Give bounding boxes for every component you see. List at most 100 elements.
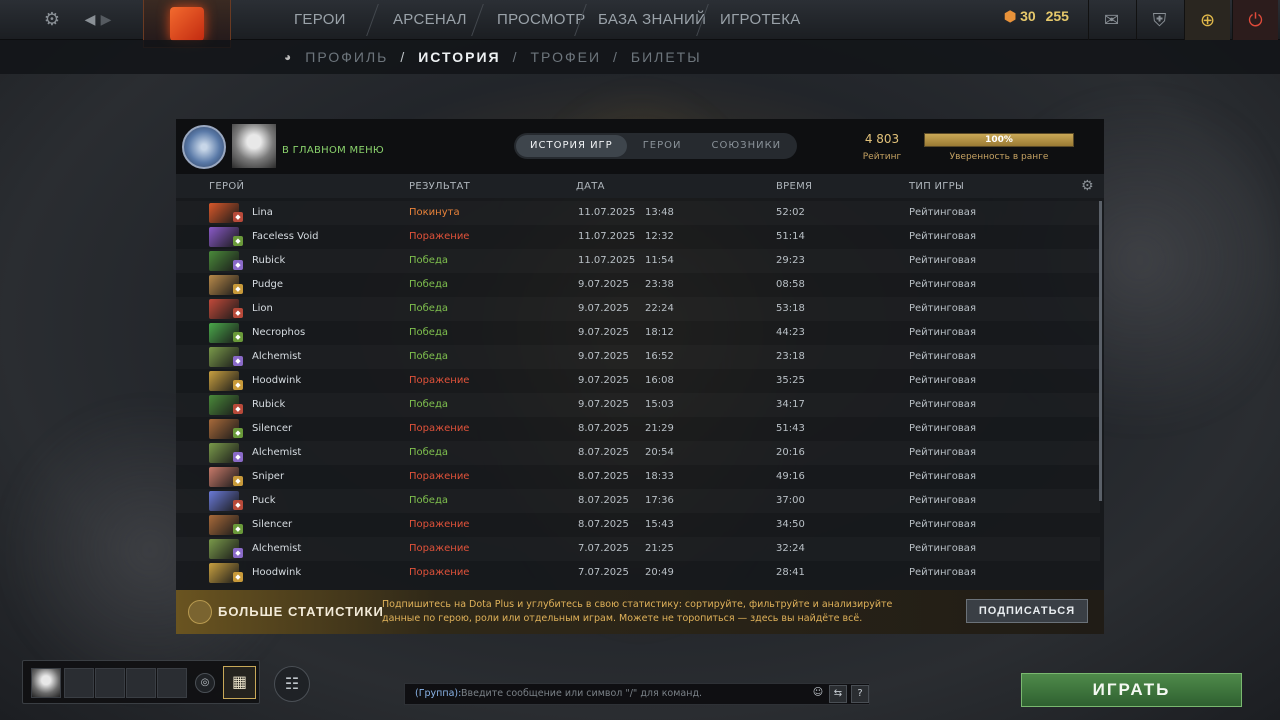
match-history-panel: В ГЛАВНОМ МЕНЮ ИСТОРИЯ ИГР ГЕРОИ СОЮЗНИК… [176,119,1104,634]
role-badge-icon: ◆ [233,284,243,294]
role-badge-icon: ◆ [233,236,243,246]
hero-name: Faceless Void [252,231,319,242]
currency-display[interactable]: ⬢ 30 255 [1004,8,1069,25]
subnav-history[interactable]: ИСТОРИЯ [418,49,500,65]
col-date[interactable]: ДАТА [576,181,605,192]
table-row[interactable]: ◆ Lion Победа 9.07.2025 22:24 53:18 Рейтингова… [176,297,1100,321]
col-result[interactable]: РЕЗУЛЬТАТ [409,181,470,192]
match-date: 8.07.2025 [578,471,629,482]
match-type: Рейтинговая [909,303,976,314]
table-row[interactable]: ◆ Silencer Поражение 8.07.2025 15:43 34:50 Рей… [176,513,1100,537]
match-type: Рейтинговая [909,231,976,242]
match-result: Победа [409,447,448,458]
nav-arcade[interactable]: ИГРОТЕКА [720,0,801,40]
play-button[interactable]: ИГРАТЬ [1021,673,1242,707]
forward-arrow-icon[interactable]: ▶ [94,8,118,32]
friends-icon[interactable]: ☷ [274,666,310,702]
chat-wheel-icon[interactable]: ⇆ [829,685,847,703]
match-result: Поражение [409,231,470,242]
table-row[interactable]: ◆ Silencer Поражение 8.07.2025 21:29 51:43 Рей… [176,417,1100,441]
battle-pass-icon[interactable]: ▦ [223,666,256,699]
match-date: 8.07.2025 [578,447,629,458]
scrollbar[interactable] [1099,201,1102,501]
match-duration: 34:50 [776,519,805,530]
party-slot-empty[interactable] [95,668,125,698]
match-date: 9.07.2025 [578,327,629,338]
match-type: Рейтинговая [909,519,976,530]
col-game-type[interactable]: ТИП ИГРЫ [909,181,964,192]
match-date: 11.07.2025 [578,207,636,218]
role-badge-icon: ◆ [233,212,243,222]
hero-name: Pudge [252,279,284,290]
match-time: 16:08 [645,375,674,386]
table-row[interactable]: ◆ Alchemist Поражение 7.07.2025 21:25 32:24 Ре… [176,537,1100,561]
subnav-tickets[interactable]: БИЛЕТЫ [631,49,702,65]
match-time: 18:12 [645,327,674,338]
tab-allies[interactable]: СОЮЗНИКИ [698,135,796,157]
confidence-value: 100% [985,135,1013,145]
role-badge-icon: ◆ [233,548,243,558]
match-type: Рейтинговая [909,447,976,458]
table-row[interactable]: ◆ Lina Покинута 11.07.2025 13:48 52:02 Рейтинг… [176,201,1100,225]
dota-plus-icon[interactable]: ⊕ [1184,0,1230,40]
avatar[interactable] [232,124,276,168]
table-row[interactable]: ◆ Hoodwink Поражение 9.07.2025 16:08 35:25 Рей… [176,369,1100,393]
hero-name: Hoodwink [252,567,302,578]
headset-icon[interactable]: ◎ [195,673,215,693]
table-row[interactable]: ◆ Necrophos Победа 9.07.2025 18:12 44:23 Рейти… [176,321,1100,345]
col-hero[interactable]: ГЕРОЙ [209,181,244,192]
table-row[interactable]: ◆ Sniper Поражение 8.07.2025 18:33 49:16 Рейти… [176,465,1100,489]
match-duration: 49:16 [776,471,805,482]
match-type: Рейтинговая [909,495,976,506]
rating-label: Рейтинг [862,152,902,162]
table-row[interactable]: ◆ Hoodwink Поражение 7.07.2025 20:49 28:41 Рей… [176,561,1100,585]
tab-heroes[interactable]: ГЕРОИ [629,135,696,157]
emoji-icon[interactable]: ☺ [809,685,827,703]
match-duration: 08:58 [776,279,805,290]
table-row[interactable]: ◆ Alchemist Победа 9.07.2025 16:52 23:18 Рейти… [176,345,1100,369]
match-time: 11:54 [645,255,674,266]
match-date: 11.07.2025 [578,255,636,266]
chat-help-button[interactable]: ? [851,685,869,703]
table-row[interactable]: ◆ Faceless Void Поражение 11.07.2025 12:32 51… [176,225,1100,249]
role-badge-icon: ◆ [233,524,243,534]
mail-icon[interactable]: ✉ [1088,0,1134,40]
match-date: 8.07.2025 [578,495,629,506]
power-icon[interactable]: ⏻ [1232,0,1278,40]
rating-value: 4 803 [864,132,900,146]
table-row[interactable]: ◆ Rubick Победа 9.07.2025 15:03 34:17 Рейтинго… [176,393,1100,417]
party-slot-empty[interactable] [157,668,187,698]
player-status: В ГЛАВНОМ МЕНЮ [282,145,385,156]
party-slot-empty[interactable] [126,668,156,698]
settings-gear-icon[interactable]: ⚙ [40,8,64,32]
match-time: 12:32 [645,231,674,242]
armory-shield-icon[interactable]: ⛨ [1136,0,1182,40]
chat-input[interactable]: Введите сообщение или символ "/" для ком… [461,684,702,704]
table-row[interactable]: ◆ Rubick Победа 11.07.2025 11:54 29:23 Рейтинг… [176,249,1100,273]
table-row[interactable]: ◆ Alchemist Победа 8.07.2025 20:54 20:16 Рейти… [176,441,1100,465]
match-type: Рейтинговая [909,351,976,362]
subnav-trophies[interactable]: ТРОФЕИ [531,49,602,65]
role-badge-icon: ◆ [233,332,243,342]
party-slot-empty[interactable] [64,668,94,698]
nav-learn[interactable]: БАЗА ЗНАНИЙ [598,0,706,40]
match-duration: 32:24 [776,543,805,554]
nav-armory[interactable]: АРСЕНАЛ [393,0,467,40]
party-slot-self[interactable] [31,668,61,698]
match-result: Поражение [409,375,470,386]
table-row[interactable]: ◆ Puck Победа 8.07.2025 17:36 37:00 Рейтингова… [176,489,1100,513]
hero-name: Rubick [252,255,286,266]
subnav-profile[interactable]: ПРОФИЛЬ [305,49,388,65]
tab-match-history[interactable]: ИСТОРИЯ ИГР [516,135,627,157]
match-time: 20:49 [645,567,674,578]
nav-heroes[interactable]: ГЕРОИ [294,0,346,40]
nav-watch[interactable]: ПРОСМОТР [497,0,586,40]
rating-block: 4 803 Рейтинг [852,132,912,162]
chat-bar[interactable]: (Группа): Введите сообщение или символ "… [404,683,870,705]
table-row[interactable]: ◆ Pudge Победа 9.07.2025 23:38 08:58 Рейтингов… [176,273,1100,297]
subscribe-button[interactable]: ПОДПИСАТЬСЯ [966,599,1088,623]
rank-medal-icon[interactable] [182,125,226,169]
table-settings-gear-icon[interactable]: ⚙ [1081,178,1094,194]
hero-name: Lion [252,303,273,314]
col-duration[interactable]: ВРЕМЯ [776,181,812,192]
